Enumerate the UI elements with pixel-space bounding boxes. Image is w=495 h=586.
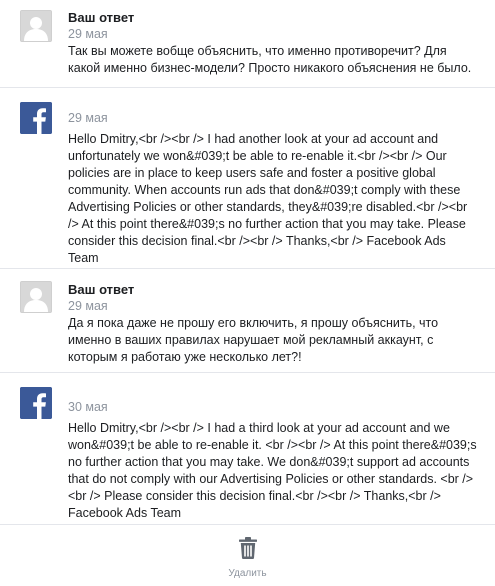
user-avatar <box>20 10 52 42</box>
message-date: 29 мая <box>68 111 108 125</box>
delete-button[interactable]: Удалить <box>0 524 495 586</box>
delete-label[interactable]: Удалить <box>0 568 495 579</box>
facebook-avatar <box>20 387 52 419</box>
message-date: 29 мая <box>68 299 108 313</box>
message-text: Hello Dmitry,<br /><br /> I had a third … <box>68 421 477 520</box>
trash-icon[interactable] <box>238 537 257 564</box>
message-text: Да я пока даже не прошу его включить, я … <box>68 316 439 364</box>
facebook-logo-icon <box>20 102 52 134</box>
message-text: Hello Dmitry,<br /><br /> I had another … <box>68 132 468 265</box>
message-item: 29 мая Hello Dmitry,<br /><br /> I had a… <box>0 87 495 268</box>
message-date: 29 мая <box>68 27 108 41</box>
message-item: Ваш ответ 29 мая Так вы можете вобще объ… <box>0 0 495 86</box>
message-thread: Ваш ответ 29 мая Так вы можете вобще объ… <box>0 0 495 586</box>
facebook-avatar <box>20 102 52 134</box>
message-content: 29 мая Hello Dmitry,<br /><br /> I had a… <box>68 110 477 267</box>
message-content: Ваш ответ 29 мая Да я пока даже не прошу… <box>68 282 477 366</box>
default-user-avatar-icon <box>21 282 51 312</box>
facebook-logo-icon <box>20 387 52 419</box>
default-user-avatar-icon <box>21 11 51 41</box>
message-date: 30 мая <box>68 400 108 414</box>
message-author: Ваш ответ <box>68 10 135 25</box>
message-text: Так вы можете вобще объяснить, что именн… <box>68 44 472 75</box>
message-content: 30 мая Hello Dmitry,<br /><br /> I had a… <box>68 399 477 522</box>
user-avatar <box>20 281 52 313</box>
message-content: Ваш ответ 29 мая Так вы можете вобще объ… <box>68 10 477 77</box>
message-item: Ваш ответ 29 мая Да я пока даже не прошу… <box>0 268 495 372</box>
message-item: 30 мая Hello Dmitry,<br /><br /> I had a… <box>0 372 495 524</box>
message-author: Ваш ответ <box>68 282 135 297</box>
